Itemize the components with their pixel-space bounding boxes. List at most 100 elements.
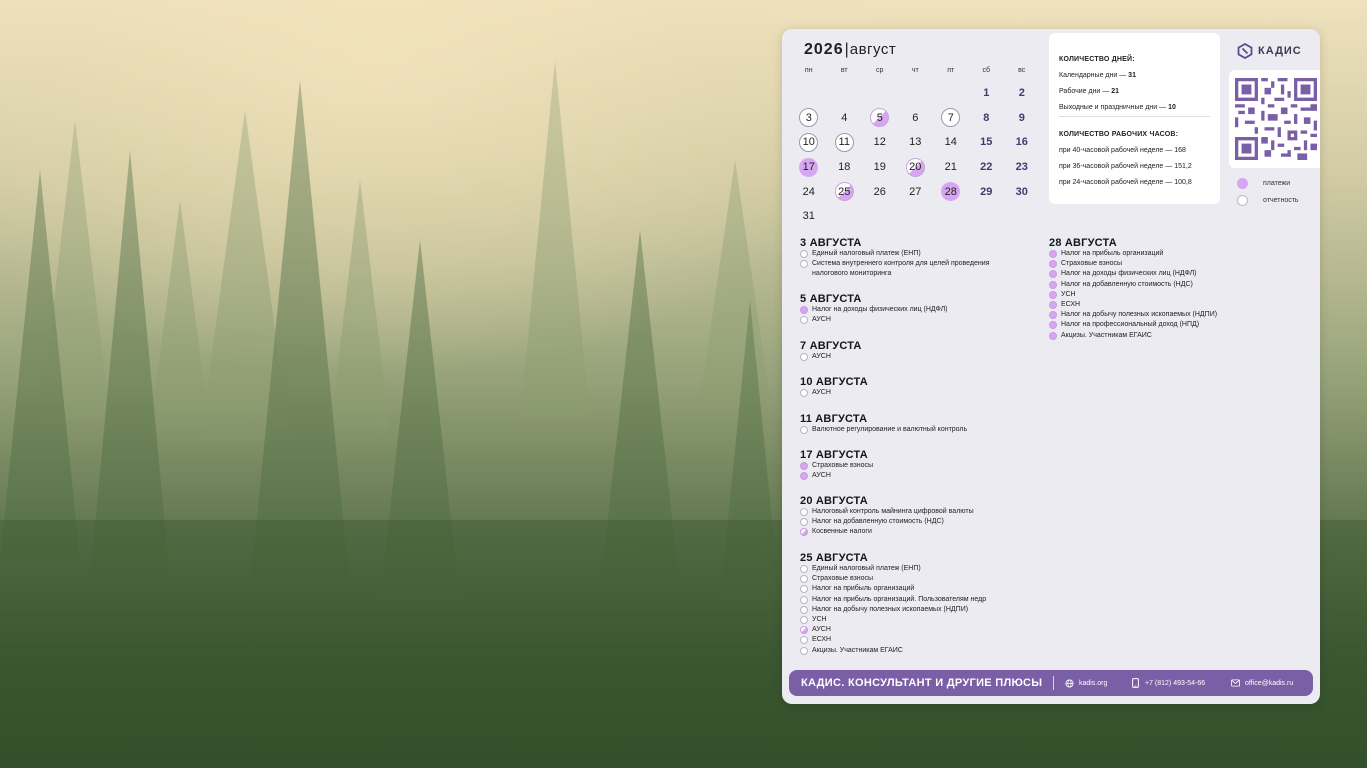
footer-site-text: kadis.org xyxy=(1079,679,1108,687)
event-date-heading: 10 АВГУСТА xyxy=(800,376,868,388)
event-day-group: 20 АВГУСТА Налоговый контроль майнинга ци… xyxy=(800,495,1020,538)
logo-text: КАДИС xyxy=(1258,45,1302,57)
calendar-day-number: 4 xyxy=(841,111,848,124)
report-marker-icon xyxy=(800,389,808,397)
payment-marker-icon xyxy=(1049,301,1057,310)
event-item-text: Единый налоговый платеж (ЕНП) xyxy=(812,250,921,257)
calendar-header: 2026 | август xyxy=(804,41,896,59)
event-item: Страховые взносы xyxy=(1049,259,1289,269)
footer-phone-link[interactable]: +7 (812) 493-54-66 xyxy=(1131,678,1231,688)
calendar-day[interactable]: 14 xyxy=(933,130,969,155)
hours-40-line: при 40-часовой рабочей неделе — 168 xyxy=(1059,147,1186,154)
legend-reports: отчетность xyxy=(1237,192,1299,209)
calendar-day[interactable]: 3 xyxy=(791,106,827,131)
calendar-day[interactable]: 13 xyxy=(898,130,934,155)
calendar-day[interactable]: 6 xyxy=(898,106,934,131)
event-item-text: АУСН xyxy=(812,389,831,396)
footer-site-link[interactable]: kadis.org xyxy=(1065,678,1131,688)
calendar-day-number: 21 xyxy=(944,161,957,174)
calendar-day[interactable]: 21 xyxy=(933,155,969,180)
hours-heading: КОЛИЧЕСТВО РАБОЧИХ ЧАСОВ: xyxy=(1059,131,1179,138)
calendar-day[interactable]: 15 xyxy=(969,130,1005,155)
calendar-day[interactable]: 12 xyxy=(862,130,898,155)
mail-icon xyxy=(1231,679,1240,688)
calendar-day[interactable]: 22 xyxy=(969,155,1005,180)
report-marker-icon xyxy=(800,575,808,584)
calendar-day[interactable]: 9 xyxy=(1004,106,1040,131)
weekday-label: ср xyxy=(876,67,884,74)
calendar-day-number: 28 xyxy=(941,182,961,202)
calendar-day[interactable]: 1 xyxy=(969,81,1005,106)
footer-bar: КАДИС. КОНСУЛЬТАНТ И ДРУГИЕ ПЛЮСЫ kadis.… xyxy=(789,670,1313,696)
report-marker-icon xyxy=(800,260,808,269)
calendar-day[interactable]: 5 xyxy=(862,106,898,131)
hours-24-line: при 24-часовой рабочей неделе — 100,8 xyxy=(1059,179,1192,186)
report-marker-icon xyxy=(800,508,808,516)
event-item-text: Страховые взносы xyxy=(812,462,874,469)
report-marker-icon xyxy=(800,616,808,625)
calendar-day-number: 9 xyxy=(1018,111,1025,124)
calendar-day-number: 12 xyxy=(873,136,886,149)
calendar-day[interactable]: 8 xyxy=(969,106,1005,131)
calendar-day[interactable]: 16 xyxy=(1004,130,1040,155)
calendar-day[interactable]: 26 xyxy=(862,179,898,204)
calendar-day-number: 2 xyxy=(1018,87,1025,100)
holidays-value: 10 xyxy=(1168,104,1176,111)
event-item: ЕСХН xyxy=(1049,300,1289,310)
globe-icon xyxy=(1065,678,1074,688)
days-heading: КОЛИЧЕСТВО ДНЕЙ: xyxy=(1059,56,1135,63)
calendar-day[interactable]: 10 xyxy=(791,130,827,155)
calendar-day[interactable]: 4 xyxy=(827,106,863,131)
calendar-day[interactable]: 28 xyxy=(933,179,969,204)
event-item-text: Страховые взносы xyxy=(812,575,874,583)
legend-reports-label: отчетность xyxy=(1263,197,1299,204)
calendar-year: 2026 xyxy=(804,41,844,58)
calendar-day[interactable]: 17 xyxy=(791,155,827,180)
report-marker-icon xyxy=(800,250,808,258)
qr-code[interactable] xyxy=(1229,70,1320,168)
event-item-text: Акцизы. Участникам ЕГАИС xyxy=(1061,331,1152,339)
calendar-day[interactable]: 19 xyxy=(862,155,898,180)
payment-marker-icon xyxy=(800,462,808,470)
calendar-day-number: 25 xyxy=(834,182,854,202)
weekday-header-row: пн вт ср чт пт сб вс xyxy=(791,67,1039,81)
calendar-day[interactable]: 29 xyxy=(969,179,1005,204)
event-item-text: АУСН xyxy=(812,316,831,324)
event-item: Валютное регулирование и валютный контро… xyxy=(800,425,1020,435)
report-marker-icon xyxy=(800,646,808,655)
legend-payments-label: платежи xyxy=(1263,180,1291,187)
event-item: Страховые взносы xyxy=(800,461,1020,471)
report-marker-icon xyxy=(800,636,808,645)
event-day-group: 28 АВГУСТА Налог на прибыль организаций Ст… xyxy=(1049,237,1289,341)
calendar-day[interactable]: 24 xyxy=(791,179,827,204)
hours-36-line: при 36-часовой рабочей неделе — 151,2 xyxy=(1059,163,1192,170)
payment-marker-icon xyxy=(800,306,808,314)
event-item: ЕСХН xyxy=(800,635,1020,645)
calendar-day[interactable]: 20 xyxy=(898,155,934,180)
event-item: Страховые взносы xyxy=(800,574,1020,584)
calendar-day[interactable]: 27 xyxy=(898,179,934,204)
footer-email-link[interactable]: office@kadis.ru xyxy=(1231,679,1293,688)
calendar-day-number: 16 xyxy=(1015,136,1028,149)
calendar-day[interactable]: 23 xyxy=(1004,155,1040,180)
event-date-heading: 25 АВГУСТА xyxy=(800,552,868,564)
event-day-group: 5 АВГУСТА Налог на доходы физических лиц … xyxy=(800,293,1020,325)
event-item-text: Налог на добычу полезных ископаемых (НДП… xyxy=(812,605,969,613)
calendar-day[interactable]: 7 xyxy=(933,106,969,131)
calendar-day[interactable]: 18 xyxy=(827,155,863,180)
event-item-text: Косвенные налоги xyxy=(812,528,872,536)
calendar-day-number xyxy=(906,84,925,103)
calendar-day[interactable]: 30 xyxy=(1004,179,1040,204)
event-date-heading: 20 АВГУСТА xyxy=(800,495,868,507)
calendar-day[interactable]: 11 xyxy=(827,130,863,155)
calendar-day-number: 8 xyxy=(983,111,990,124)
calendar-day[interactable]: 2 xyxy=(1004,81,1040,106)
event-item: Налог на добавленную стоимость (НДС) xyxy=(800,517,1020,527)
event-item-text: Налог на прибыль организаций xyxy=(812,585,915,593)
calendar-empty-cell xyxy=(827,81,863,106)
event-item-text: Налог на добавленную стоимость (НДС) xyxy=(812,518,944,526)
calendar-empty-cell xyxy=(791,81,827,106)
calendar-day-number: 11 xyxy=(834,132,854,152)
calendar-day[interactable]: 25 xyxy=(827,179,863,204)
calendar-day[interactable]: 31 xyxy=(791,204,827,229)
